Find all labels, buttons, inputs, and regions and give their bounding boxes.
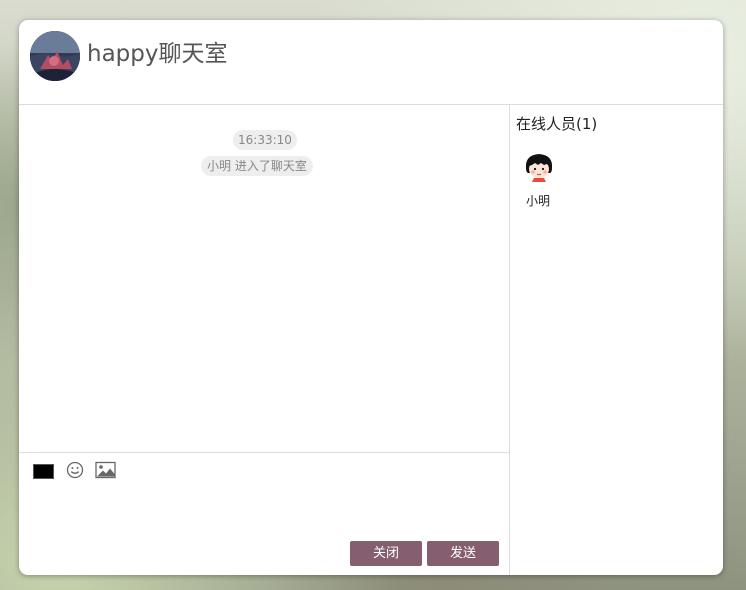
online-users-title: 在线人员(1) (516, 115, 598, 133)
chat-header: happy聊天室 (19, 20, 723, 105)
online-users-panel: 在线人员(1) 小明 (510, 105, 723, 575)
online-user-name: 小明 (526, 194, 551, 208)
system-notice: 小明 进入了聊天室 (201, 156, 313, 176)
room-avatar-image (30, 31, 80, 81)
message-list[interactable]: 16:33:10 小明 进入了聊天室 (19, 105, 509, 453)
send-button[interactable]: 发送 (427, 541, 499, 566)
close-button[interactable]: 关闭 (350, 541, 422, 566)
chat-panel: 16:33:10 小明 进入了聊天室 关闭 发送 (19, 105, 510, 575)
message-timestamp: 16:33:10 (233, 130, 297, 150)
cartoon-girl-avatar-icon (522, 149, 556, 183)
emoji-icon[interactable] (66, 461, 84, 479)
room-title: happy聊天室 (87, 41, 228, 67)
online-user-item[interactable]: 小明 (520, 149, 570, 219)
chat-window: happy聊天室 16:33:10 小明 进入了聊天室 关闭 发送 在线人员(1… (19, 20, 723, 575)
room-avatar (30, 31, 80, 81)
font-color-picker[interactable] (33, 464, 54, 479)
image-icon[interactable] (95, 461, 116, 479)
